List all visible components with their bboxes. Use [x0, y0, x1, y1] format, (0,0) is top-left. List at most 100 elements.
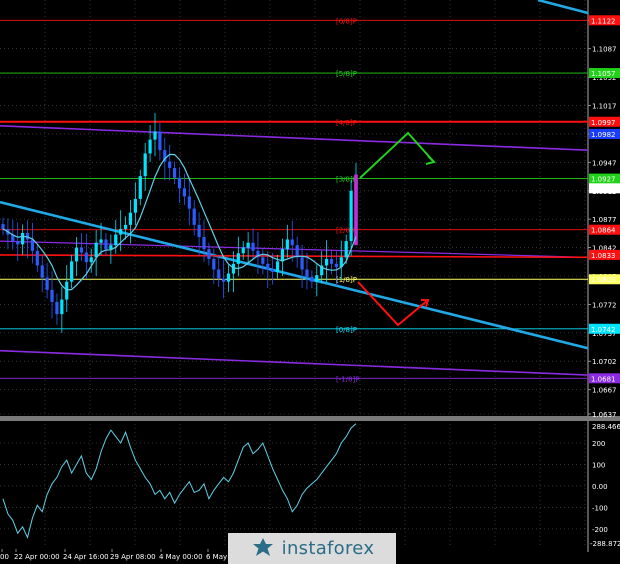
candle-body [300, 257, 304, 270]
murrey-label: [1/8]P [336, 276, 357, 284]
candle-body [1, 224, 5, 229]
candle-body [266, 263, 270, 270]
candle-body [84, 252, 88, 263]
price-tick-label: 1.1087 [592, 46, 617, 54]
price-tag-label: 1.0982 [591, 131, 616, 139]
price-tag-label: 1.0742 [591, 326, 616, 334]
price-axis[interactable]: 1.11221.10871.10521.10171.09821.09471.09… [588, 15, 620, 419]
candle-body [65, 281, 69, 300]
price-tag-label: 1.0864 [591, 227, 616, 235]
price-tag-label: 1.0915 [591, 185, 616, 193]
candle-body [231, 263, 236, 274]
candle-body [70, 261, 74, 282]
candle-body [143, 153, 147, 177]
candle-body [182, 188, 187, 197]
candle-body [324, 258, 329, 266]
candle-body [285, 239, 289, 250]
candle-body [60, 299, 64, 315]
price-tag-label: 1.1057 [591, 70, 616, 78]
candle-body [310, 276, 314, 282]
pane-separator [0, 416, 620, 421]
date-label: 6 May [206, 553, 227, 561]
date-label: 00 [0, 553, 9, 561]
price-tick-label: 1.0667 [592, 387, 617, 395]
ind-tick-label: -100 [592, 504, 608, 512]
ind-bottom-label: -288.8727 [590, 540, 620, 548]
candle-body [16, 241, 20, 245]
candle-body [138, 176, 142, 199]
candle-body [329, 258, 334, 264]
murrey-label: [-1/8]P [336, 375, 359, 383]
price-tick-label: 1.0702 [592, 358, 617, 366]
instaforex-logo: instaforex [228, 533, 396, 564]
candle-body [89, 257, 93, 263]
candle-body [123, 224, 128, 229]
candle-body [212, 258, 216, 270]
candle-body [99, 239, 103, 243]
murrey-label: [0/8]P [336, 326, 357, 334]
candle-body [334, 263, 338, 268]
candle-body [177, 177, 182, 189]
price-tick-label: 1.0947 [592, 159, 617, 167]
murrey-label: [5/8]P [336, 70, 357, 78]
candle-body [315, 275, 319, 282]
candle-body [295, 245, 299, 258]
instaforex-logo-icon [252, 537, 273, 556]
candle-body [261, 257, 265, 264]
candle-body [241, 247, 245, 254]
price-tick-label: 1.1017 [592, 103, 617, 111]
candle-body [50, 289, 54, 302]
date-label: 24 Apr 16:00 [63, 553, 109, 561]
candle-body [35, 250, 39, 266]
price-tag-label: 1.0927 [591, 176, 616, 184]
candle-body [119, 228, 123, 235]
price-tick-label: 1.0637 [592, 411, 617, 419]
candle-body [349, 190, 353, 242]
candle-body [168, 161, 172, 169]
price-chart: [6/8]P[5/8]P[4/8]P[3/8]P[2/8]P[1/8]P[0/8… [0, 0, 620, 564]
candle-body [74, 247, 79, 262]
price-tag-label: 1.0803 [591, 276, 616, 284]
candle-body [172, 168, 177, 178]
date-label: 4 May 00:00 [159, 553, 203, 561]
last-candle [354, 174, 358, 246]
date-label: 29 Apr 08:00 [110, 553, 156, 561]
candle-body [344, 241, 348, 258]
candle-body [271, 269, 275, 272]
price-tick-label: 1.0877 [592, 216, 617, 224]
date-label: 22 Apr 00:00 [14, 553, 60, 561]
candle-body [275, 261, 280, 272]
candle-body [79, 247, 84, 253]
candle-body [153, 131, 157, 140]
candle-body [45, 277, 49, 290]
price-tag-label: 1.1122 [591, 17, 616, 25]
candle-body [290, 239, 294, 246]
candle-body [55, 301, 59, 315]
candle-body [128, 212, 133, 225]
price-tag-label: 1.0997 [591, 119, 616, 127]
candle-body [226, 273, 231, 282]
chart-background [0, 0, 620, 564]
price-tag-label: 1.0833 [591, 252, 616, 260]
price-tick-label: 1.0772 [592, 301, 617, 309]
candle-body [94, 242, 98, 258]
ind-tick-label: -200 [592, 526, 608, 534]
candle-body [207, 249, 211, 259]
candle-body [192, 208, 196, 225]
candle-body [187, 196, 191, 209]
candle-body [251, 242, 255, 251]
brand-name: instaforex [281, 538, 375, 559]
ind-top-label: 288.4663 [592, 423, 620, 431]
candle-body [217, 269, 221, 279]
candle-body [40, 265, 44, 278]
candle-body [30, 239, 35, 251]
ind-tick-label: 0.00 [592, 483, 608, 491]
candle-body [222, 278, 226, 282]
candle-body [202, 237, 206, 250]
candle-body [133, 198, 137, 213]
murrey-label: [6/8]P [336, 17, 357, 25]
murrey-label: [2/8]P [336, 227, 357, 235]
candle-body [114, 234, 118, 246]
ind-tick-label: 100 [592, 461, 605, 469]
candle-body [21, 232, 25, 245]
